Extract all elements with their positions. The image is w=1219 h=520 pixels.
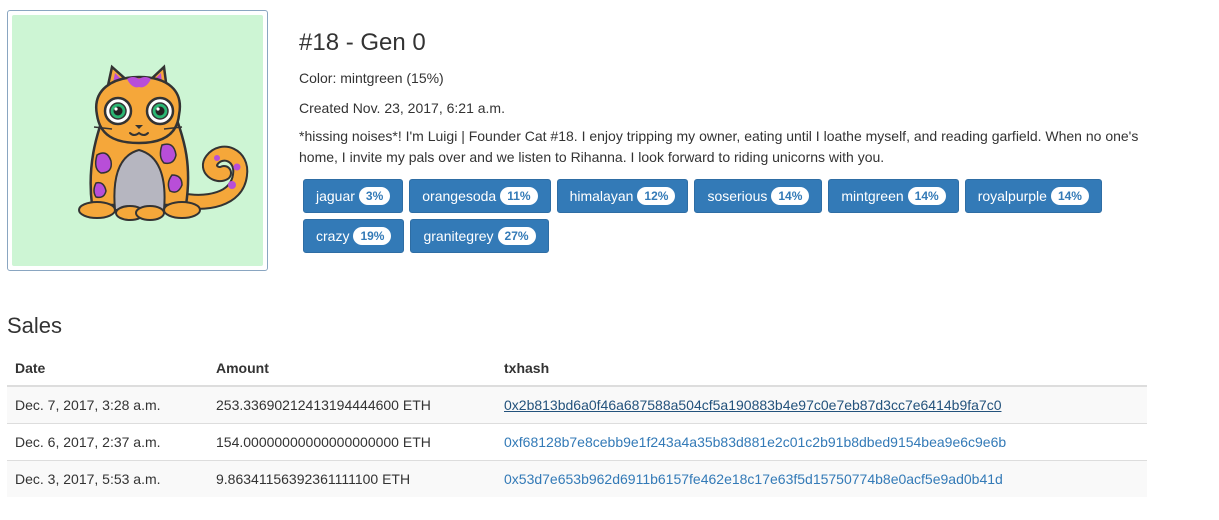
trait-button-crazy[interactable]: crazy 19% <box>303 219 405 253</box>
cat-illustration <box>12 15 263 266</box>
column-header-amount: Amount <box>208 350 496 387</box>
table-row: Dec. 6, 2017, 2:37 a.m. 154.000000000000… <box>7 423 1147 461</box>
trait-percent-badge: 19% <box>353 227 392 245</box>
sales-table-header: Date Amount txhash <box>7 350 1147 387</box>
kitty-image <box>12 15 263 266</box>
kitty-image-frame <box>7 10 268 271</box>
trait-button-soserious[interactable]: soserious 14% <box>694 179 823 213</box>
sale-date: Dec. 3, 2017, 5:53 a.m. <box>7 460 208 497</box>
trait-button-orangesoda[interactable]: orangesoda 11% <box>409 179 551 213</box>
kitty-created: Created Nov. 23, 2017, 6:21 a.m. <box>299 100 505 116</box>
kitty-bio: *hissing noises*! I'm Luigi | Founder Ca… <box>299 128 1139 165</box>
sale-date: Dec. 7, 2017, 3:28 a.m. <box>7 385 208 424</box>
txhash-link[interactable]: 0x53d7e653b962d6911b6157fe462e18c17e63f5… <box>504 471 1003 487</box>
trait-percent-badge: 11% <box>500 187 538 205</box>
trait-button-himalayan[interactable]: himalayan 12% <box>556 179 689 213</box>
sale-date: Dec. 6, 2017, 2:37 a.m. <box>7 423 208 461</box>
column-header-txhash: txhash <box>496 350 1147 387</box>
trait-button-granitegrey[interactable]: granitegrey 27% <box>410 219 549 253</box>
sale-amount: 253.33690212413194444600 ETH <box>208 385 496 424</box>
trait-percent-badge: 3% <box>358 187 391 205</box>
table-row: Dec. 7, 2017, 3:28 a.m. 253.336902124131… <box>7 385 1147 424</box>
kitty-title: #18 - Gen 0 <box>299 29 426 56</box>
trait-percent-badge: 14% <box>907 187 946 205</box>
sales-heading: Sales <box>7 313 63 338</box>
trait-percent-badge: 12% <box>637 187 676 205</box>
trait-button-jaguar[interactable]: jaguar 3% <box>303 179 404 213</box>
kitty-info: #18 - Gen 0 Color: mintgreen (15%) Creat… <box>299 22 1159 174</box>
table-row: Dec. 3, 2017, 5:53 a.m. 9.86341156392361… <box>7 460 1147 497</box>
sale-amount: 154.00000000000000000000 ETH <box>208 423 496 461</box>
txhash-link[interactable]: 0xf68128b7e8cebb9e1f243a4a35b83d881e2c01… <box>504 434 1006 450</box>
txhash-link[interactable]: 0x2b813bd6a0f46a687588a504cf5a190883b4e9… <box>504 397 1001 413</box>
trait-list: jaguar 3% orangesoda 11% himalayan 12% soserio… <box>303 179 1163 259</box>
kitty-color: Color: mintgreen (15%) <box>299 70 444 86</box>
trait-button-mintgreen[interactable]: mintgreen 14% <box>828 179 959 213</box>
sale-amount: 9.86341156392361111100 ETH <box>208 460 496 497</box>
column-header-date: Date <box>7 350 208 387</box>
trait-percent-badge: 14% <box>771 187 810 205</box>
trait-percent-badge: 27% <box>497 227 536 245</box>
trait-button-royalpurple[interactable]: royalpurple 14% <box>964 179 1102 213</box>
sales-table: Date Amount txhash Dec. 7, 2017, 3:28 a.… <box>7 350 1147 497</box>
trait-percent-badge: 14% <box>1050 187 1089 205</box>
